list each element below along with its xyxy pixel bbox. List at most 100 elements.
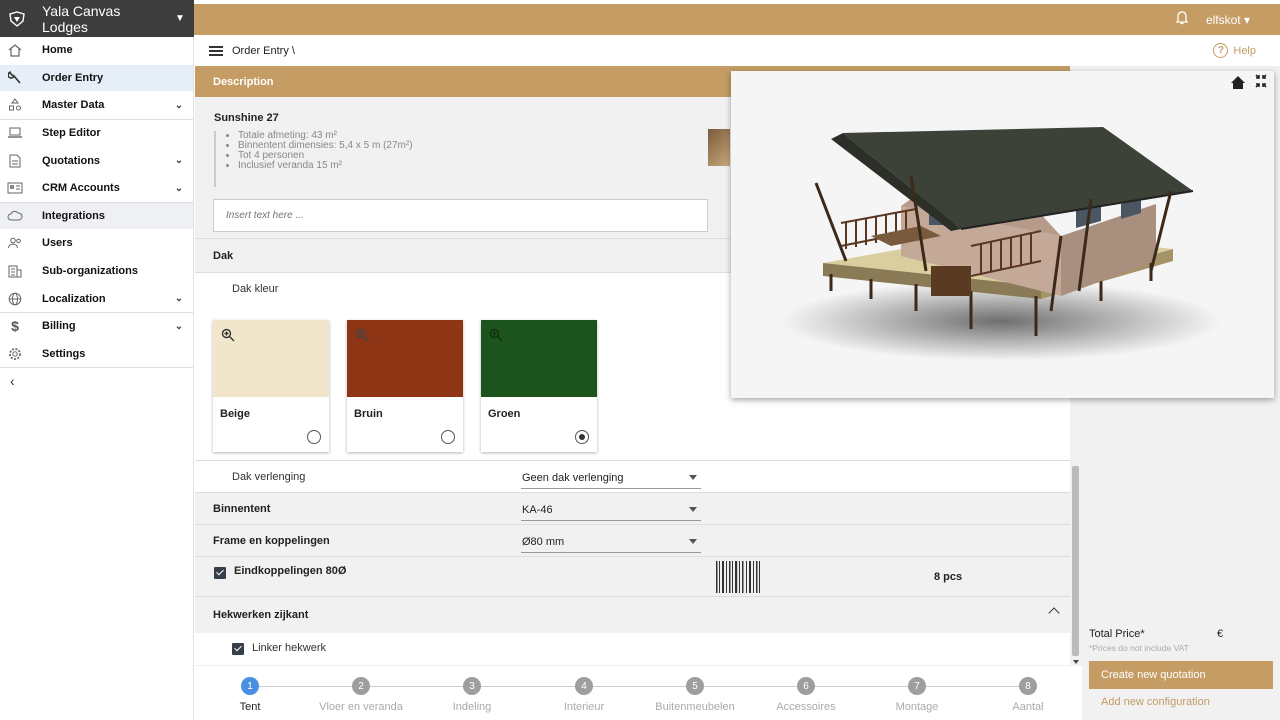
- product-title: Sunshine 27: [214, 112, 279, 124]
- sidebar-item-home[interactable]: Home: [0, 37, 193, 65]
- 3d-viewer[interactable]: [731, 71, 1274, 398]
- chevron-down-icon[interactable]: ⌄: [165, 293, 193, 304]
- swatch-color: [213, 320, 329, 397]
- sidebar-item-sub-organizations[interactable]: Sub-organizations: [0, 258, 193, 286]
- option-frame: Frame en koppelingen Ø80 mm: [195, 525, 1070, 557]
- top-bar: elfskot ▾: [194, 4, 1280, 35]
- swatch-name: Bruin: [354, 408, 383, 420]
- brand-menu[interactable]: Yala Canvas Lodges ▼: [0, 0, 194, 37]
- sidebar-item-integrations[interactable]: Integrations: [0, 202, 193, 231]
- step-accessoires[interactable]: 6 Accessoires: [756, 677, 856, 713]
- zoom-icon[interactable]: [489, 328, 503, 342]
- total-price-label: Total Price*: [1089, 628, 1145, 640]
- home-icon: [0, 37, 30, 64]
- step-interieur[interactable]: 4 Interieur: [534, 677, 634, 713]
- zoom-icon[interactable]: [355, 328, 369, 342]
- description-input[interactable]: [213, 199, 708, 232]
- swatch-radio-selected[interactable]: [575, 430, 589, 444]
- quantity-label: 8 pcs: [934, 571, 963, 583]
- scrollbar-thumb[interactable]: [1072, 466, 1079, 656]
- eindkoppelingen-checkbox[interactable]: [214, 567, 226, 579]
- spec-item: Inclusief veranda 15 m²: [238, 161, 413, 171]
- dak-kleur-label: Dak kleur: [232, 283, 279, 295]
- option-binnentent: Binnentent KA-46: [195, 493, 1070, 525]
- scroll-down-arrow-icon[interactable]: [1073, 660, 1079, 664]
- shield-logo-icon: [0, 0, 34, 37]
- sidebar-item-localization[interactable]: Localization ⌄: [0, 285, 193, 313]
- create-quotation-button[interactable]: Create new quotation: [1089, 661, 1273, 689]
- sidebar-item-crm-accounts[interactable]: CRM Accounts ⌄: [0, 175, 193, 203]
- add-configuration-link[interactable]: Add new configuration: [1101, 696, 1210, 708]
- swatch-beige[interactable]: Beige: [213, 320, 329, 452]
- chevron-down-icon[interactable]: ⌄: [165, 100, 193, 111]
- sidebar-item-users[interactable]: Users: [0, 230, 193, 258]
- swatch-name: Groen: [488, 408, 521, 420]
- sidebar-item-master-data[interactable]: Master Data ⌄: [0, 92, 193, 120]
- dropdown-arrow-icon: [689, 507, 697, 512]
- step-indeling[interactable]: 3 Indeling: [422, 677, 522, 713]
- breadcrumb-bar: Order Entry \ ? Help: [195, 35, 1280, 66]
- step-progress: 1 Tent 2 Vloer en veranda 3 Indeling 4 Inter…: [195, 666, 1070, 720]
- bell-icon[interactable]: [1175, 11, 1189, 28]
- chevron-down-icon[interactable]: ⌄: [165, 155, 193, 166]
- sidebar-item-order-entry[interactable]: Order Entry: [0, 64, 193, 93]
- option-linker-hekwerk: Linker hekwerk: [195, 633, 1070, 665]
- step-aantal[interactable]: 8 Aantal: [978, 677, 1078, 713]
- gear-icon: [0, 341, 30, 368]
- total-price-value: €: [1217, 628, 1224, 640]
- swatch-bruin[interactable]: Bruin: [347, 320, 463, 452]
- caret-down-icon[interactable]: ▼: [166, 13, 194, 24]
- sidebar-item-step-editor[interactable]: Step Editor: [0, 120, 193, 148]
- chevron-down-icon[interactable]: ⌄: [165, 321, 193, 332]
- user-menu[interactable]: elfskot ▾: [1206, 13, 1250, 27]
- document-icon: [0, 147, 30, 174]
- swatch-radio[interactable]: [307, 430, 321, 444]
- question-icon: ?: [1213, 43, 1229, 58]
- sidebar: Home Order Entry Master Data ⌄ Step Edit…: [0, 37, 194, 720]
- swatch-groen[interactable]: Groen: [481, 320, 597, 452]
- hamburger-menu-icon[interactable]: [209, 45, 223, 56]
- breadcrumb[interactable]: Order Entry \: [232, 45, 295, 57]
- swatch-name: Beige: [220, 408, 250, 420]
- barcode-icon: [716, 561, 760, 593]
- swatch-radio[interactable]: [441, 430, 455, 444]
- building-icon: [0, 258, 30, 285]
- option-dak-verlenging: Dak verlenging Geen dak verlenging: [195, 461, 1070, 493]
- laptop-icon: [0, 120, 30, 147]
- users-icon: [0, 230, 30, 257]
- dollar-icon: $: [11, 318, 19, 335]
- dak-verlenging-select[interactable]: Geen dak verlenging: [521, 467, 701, 489]
- chevron-up-icon[interactable]: [1048, 607, 1060, 619]
- cloud-icon: [0, 203, 30, 230]
- globe-icon: [0, 285, 30, 312]
- help-link[interactable]: ? Help: [1213, 43, 1256, 58]
- shapes-icon: [0, 92, 30, 119]
- sidebar-item-quotations[interactable]: Quotations ⌄: [0, 147, 193, 175]
- id-card-icon: [0, 175, 30, 202]
- option-eindkoppelingen: Eindkoppelingen 80Ø 8 pcs: [195, 557, 1070, 597]
- section-hekwerken[interactable]: Hekwerken zijkant: [195, 597, 1070, 633]
- chevron-down-icon[interactable]: ⌄: [165, 183, 193, 194]
- collapse-sidebar-button[interactable]: ‹: [0, 368, 193, 394]
- swatch-color: [481, 320, 597, 397]
- sidebar-item-settings[interactable]: Settings: [0, 341, 193, 369]
- zoom-icon[interactable]: [221, 328, 235, 342]
- step-vloer-en-veranda[interactable]: 2 Vloer en veranda: [311, 677, 411, 713]
- product-thumbnail[interactable]: [708, 129, 730, 166]
- tent-3d-model: [781, 127, 1221, 361]
- step-montage[interactable]: 7 Montage: [867, 677, 967, 713]
- binnentent-select[interactable]: KA-46: [521, 499, 701, 521]
- product-specs: Totale afmeting: 43 m² Binnentent dimens…: [214, 131, 413, 187]
- step-tent[interactable]: 1 Tent: [200, 677, 300, 713]
- brand-name: Yala Canvas Lodges: [42, 2, 121, 35]
- linker-hekwerk-checkbox[interactable]: [232, 643, 244, 655]
- vat-note: *Prices do not include VAT: [1089, 643, 1189, 653]
- swatch-color: [347, 320, 463, 397]
- step-buitenmeubelen[interactable]: 5 Buitenmeubelen: [645, 677, 745, 713]
- frame-select[interactable]: Ø80 mm: [521, 531, 701, 553]
- sidebar-item-billing[interactable]: $ Billing ⌄: [0, 313, 193, 341]
- wrench-icon: [0, 65, 30, 92]
- chevron-left-icon: ‹: [10, 373, 15, 390]
- dropdown-arrow-icon: [689, 475, 697, 480]
- dropdown-arrow-icon: [689, 539, 697, 544]
